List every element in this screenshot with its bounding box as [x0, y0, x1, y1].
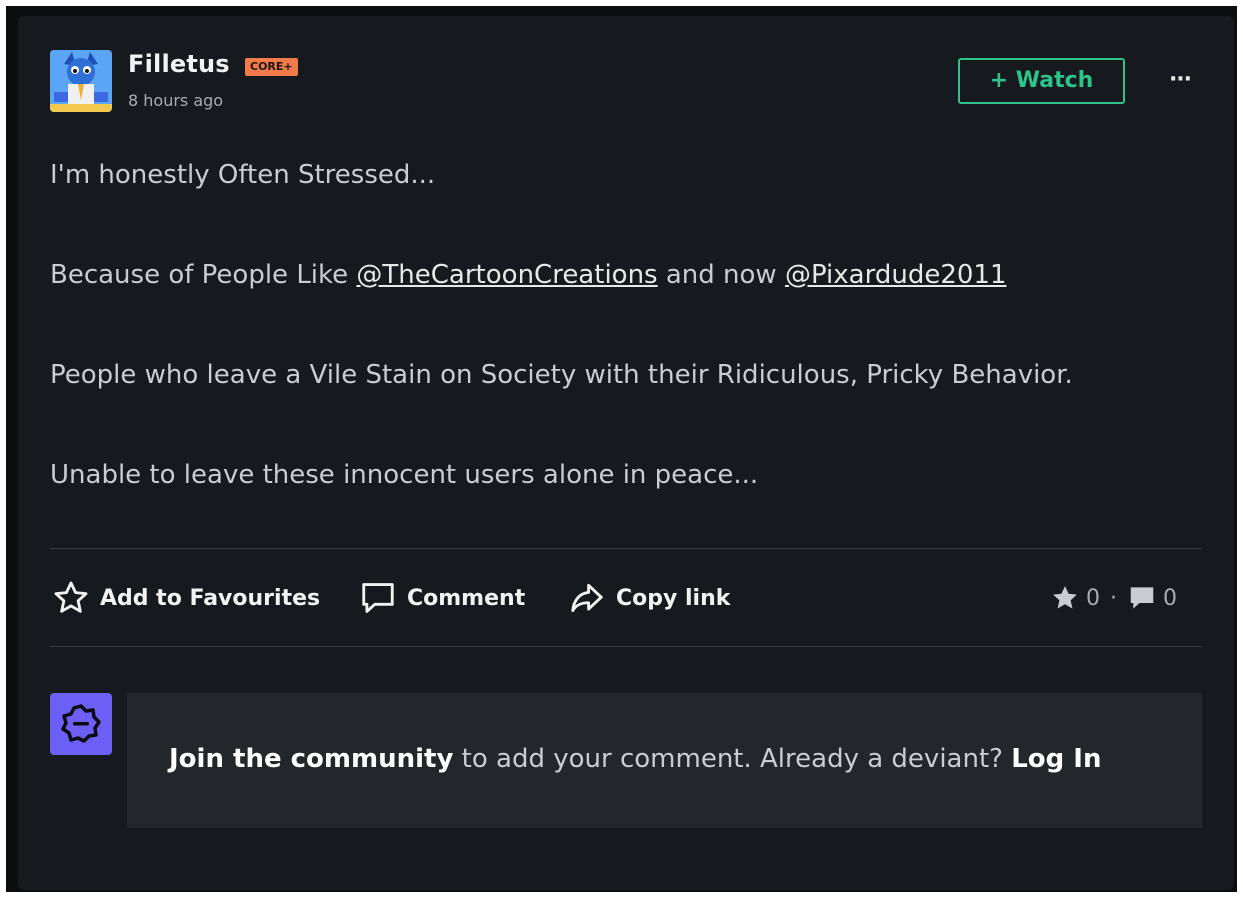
watch-button[interactable]: + Watch — [958, 58, 1125, 104]
add-to-favourites-button[interactable]: Add to Favourites — [52, 578, 320, 618]
post-line-2-prefix: Because of People Like — [50, 260, 357, 290]
copy-link-button[interactable]: Copy link — [568, 578, 730, 618]
more-options-button[interactable]: ··· — [1160, 62, 1200, 98]
speech-bubble-filled-icon — [1130, 587, 1154, 609]
login-link[interactable]: Log In — [1011, 744, 1101, 774]
join-prompt: Join the community to add your comment. … — [169, 744, 1102, 774]
comment-label: Comment — [407, 585, 526, 611]
post-line-3: People who leave a Vile Stain on Society… — [50, 360, 1073, 390]
core-badge: CORE+ — [245, 58, 298, 76]
comment-button[interactable]: Comment — [359, 578, 525, 618]
favourites-count: 0 — [1086, 585, 1100, 611]
deviant-guest-icon — [61, 704, 101, 743]
join-community-link[interactable]: Join the community — [169, 744, 453, 774]
mention-link-thecartooncreations[interactable]: @TheCartoonCreations — [356, 260, 657, 290]
author-name[interactable]: Filletus — [128, 50, 230, 78]
post-line-1: I'm honestly Often Stressed... — [50, 160, 436, 190]
post-line-2: Because of People Like @TheCartoonCreati… — [50, 260, 1007, 290]
favourite-label: Add to Favourites — [100, 585, 321, 611]
avatar-image-icon — [50, 50, 112, 112]
divider-top — [50, 548, 1202, 549]
star-filled-icon — [1053, 586, 1077, 609]
post-timestamp[interactable]: 8 hours ago — [128, 91, 223, 110]
mention-link-pixardude2011[interactable]: @Pixardude2011 — [785, 260, 1007, 290]
divider-bottom — [50, 646, 1202, 647]
stats-separator: · — [1110, 585, 1117, 611]
join-middle-text: to add your comment. Already a deviant? — [453, 744, 1012, 774]
post-line-2-middle: and now — [657, 260, 785, 290]
star-outline-icon — [54, 581, 88, 613]
post-line-4: Unable to leave these innocent users alo… — [50, 460, 759, 490]
guest-avatar — [50, 693, 112, 755]
post-stats: 0 · 0 — [1050, 582, 1177, 614]
copy-link-label: Copy link — [616, 585, 731, 611]
author-avatar[interactable] — [50, 50, 112, 112]
comments-count: 0 — [1163, 585, 1177, 611]
speech-bubble-icon — [362, 583, 394, 613]
share-arrow-icon — [571, 583, 603, 613]
